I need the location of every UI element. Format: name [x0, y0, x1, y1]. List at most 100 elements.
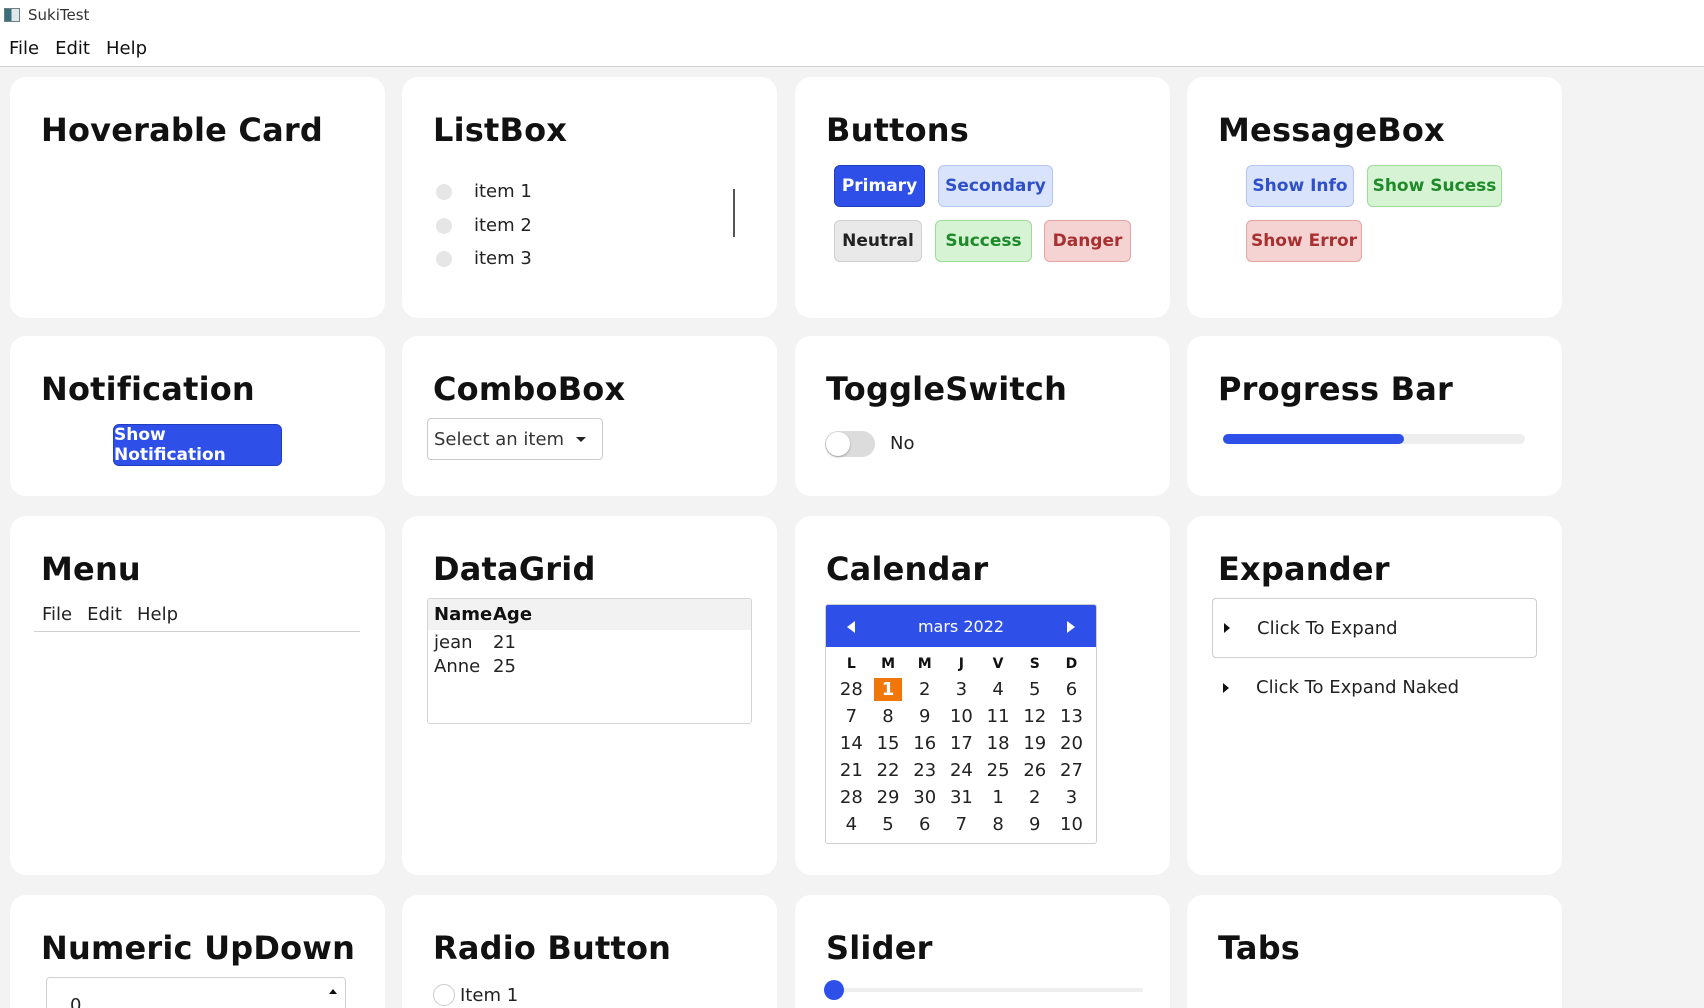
radio-button-item-1[interactable]: [433, 984, 455, 1006]
show-error-button[interactable]: Show Error: [1246, 220, 1362, 262]
demo-menu-edit[interactable]: Edit: [87, 604, 122, 625]
danger-button[interactable]: Danger: [1044, 220, 1131, 262]
calendar-day-label: 26: [1023, 760, 1047, 781]
calendar-day[interactable]: 27: [1053, 757, 1090, 784]
show-success-button[interactable]: Show Sucess: [1367, 165, 1502, 207]
calendar-day[interactable]: 22: [870, 757, 907, 784]
calendar-day[interactable]: 23: [906, 757, 943, 784]
calendar-day[interactable]: 26: [1016, 757, 1053, 784]
app-icon: [4, 8, 20, 22]
demo-menu-help[interactable]: Help: [137, 604, 178, 625]
calendar-day[interactable]: 5: [1016, 676, 1053, 703]
calendar-day[interactable]: 8: [980, 811, 1017, 838]
calendar-day[interactable]: 28: [833, 676, 870, 703]
calendar-day-label: 22: [876, 760, 900, 781]
calendar-day[interactable]: 4: [980, 676, 1017, 703]
calendar-day[interactable]: 14: [833, 730, 870, 757]
show-info-button[interactable]: Show Info: [1246, 165, 1354, 207]
calendar-day[interactable]: 7: [943, 811, 980, 838]
calendar-day-label: 30: [913, 787, 937, 808]
calendar-day[interactable]: 29: [870, 784, 907, 811]
column-header-name[interactable]: Name: [434, 604, 493, 625]
calendar-day[interactable]: 18: [980, 730, 1017, 757]
calendar-day[interactable]: 10: [1053, 811, 1090, 838]
neutral-button[interactable]: Neutral: [834, 220, 922, 262]
bullet-icon: [436, 217, 452, 234]
listbox-item[interactable]: item 1: [436, 181, 532, 202]
calendar-day-label: 21: [839, 760, 863, 781]
numeric-updown-card: Numeric UpDown 0: [10, 895, 385, 1008]
calendar-day-label: 11: [986, 706, 1010, 727]
slider-thumb[interactable]: [824, 980, 844, 1000]
calendar-day[interactable]: 21: [833, 757, 870, 784]
calendar-day[interactable]: 6: [1053, 676, 1090, 703]
chevron-up-icon[interactable]: [329, 989, 337, 994]
calendar-day[interactable]: 8: [870, 703, 907, 730]
calendar-day[interactable]: 3: [1053, 784, 1090, 811]
menu-file[interactable]: File: [9, 38, 39, 59]
calendar-day[interactable]: 15: [870, 730, 907, 757]
calendar-day[interactable]: 3: [943, 676, 980, 703]
table-row[interactable]: jean 21: [428, 630, 751, 654]
numeric-updown[interactable]: 0: [46, 977, 346, 1008]
calendar-day-label: 17: [949, 733, 973, 754]
calendar-header: mars 2022: [826, 605, 1096, 647]
calendar-day[interactable]: 31: [943, 784, 980, 811]
hoverable-card[interactable]: Hoverable Card: [10, 77, 385, 318]
calendar-day[interactable]: 2: [1016, 784, 1053, 811]
calendar-day[interactable]: 16: [906, 730, 943, 757]
calendar-day[interactable]: 1: [980, 784, 1017, 811]
calendar-day-label: 8: [882, 706, 894, 727]
calendar-day-label: 16: [913, 733, 937, 754]
calendar-day-selected[interactable]: 1: [870, 676, 907, 703]
item-combobox[interactable]: Select an item: [427, 418, 603, 460]
calendar-day[interactable]: 19: [1016, 730, 1053, 757]
calendar-day[interactable]: 11: [980, 703, 1017, 730]
calendar-day[interactable]: 28: [833, 784, 870, 811]
calendar-day[interactable]: 10: [943, 703, 980, 730]
calendar-day[interactable]: 5: [870, 811, 907, 838]
datagrid-card: DataGrid Name Age jean 21 Anne 25: [402, 516, 777, 875]
expander[interactable]: Click To Expand: [1212, 598, 1537, 658]
calendar-day[interactable]: 7: [833, 703, 870, 730]
window-titlebar: SukiTest: [0, 0, 1704, 30]
slider-track[interactable]: [833, 988, 1143, 992]
listbox-scrollbar[interactable]: [733, 189, 735, 237]
calendar-day[interactable]: 24: [943, 757, 980, 784]
listbox-item[interactable]: item 2: [436, 215, 532, 236]
progress-bar: [1223, 434, 1525, 444]
success-button[interactable]: Success: [935, 220, 1032, 262]
calendar-day[interactable]: 20: [1053, 730, 1090, 757]
calendar-day[interactable]: 4: [833, 811, 870, 838]
menu-help[interactable]: Help: [106, 38, 147, 59]
calendar-day[interactable]: 13: [1053, 703, 1090, 730]
buttons-card: Buttons Primary Secondary Neutral Succes…: [795, 77, 1170, 318]
table-row[interactable]: Anne 25: [428, 654, 751, 678]
data-grid[interactable]: Name Age jean 21 Anne 25: [427, 598, 752, 724]
toggle-state-label: No: [890, 433, 915, 454]
calendar-day[interactable]: 6: [906, 811, 943, 838]
calendar-day-label: 28: [839, 787, 863, 808]
primary-button[interactable]: Primary: [834, 165, 925, 207]
chevron-right-icon[interactable]: [1067, 621, 1075, 633]
card-title-progressbar: Progress Bar: [1218, 370, 1454, 408]
secondary-button[interactable]: Secondary: [938, 165, 1053, 207]
calendar-day[interactable]: 12: [1016, 703, 1053, 730]
calendar-day[interactable]: 17: [943, 730, 980, 757]
listbox-item[interactable]: item 3: [436, 248, 532, 269]
calendar-day[interactable]: 9: [906, 703, 943, 730]
expander-naked[interactable]: Click To Expand Naked: [1223, 677, 1459, 698]
demo-menu-file[interactable]: File: [42, 604, 72, 625]
main-menubar: File Edit Help: [0, 30, 1704, 67]
calendar-day-label: 15: [876, 733, 900, 754]
calendar-day[interactable]: 25: [980, 757, 1017, 784]
show-notification-button[interactable]: Show Notification: [113, 424, 282, 466]
calendar-day[interactable]: 2: [906, 676, 943, 703]
calendar-day[interactable]: 9: [1016, 811, 1053, 838]
column-header-age[interactable]: Age: [493, 604, 532, 625]
menu-edit[interactable]: Edit: [55, 38, 90, 59]
chevron-left-icon[interactable]: [847, 621, 855, 633]
toggle-switch[interactable]: [825, 431, 875, 457]
calendar-month-label[interactable]: mars 2022: [918, 617, 1004, 636]
calendar-day[interactable]: 30: [906, 784, 943, 811]
